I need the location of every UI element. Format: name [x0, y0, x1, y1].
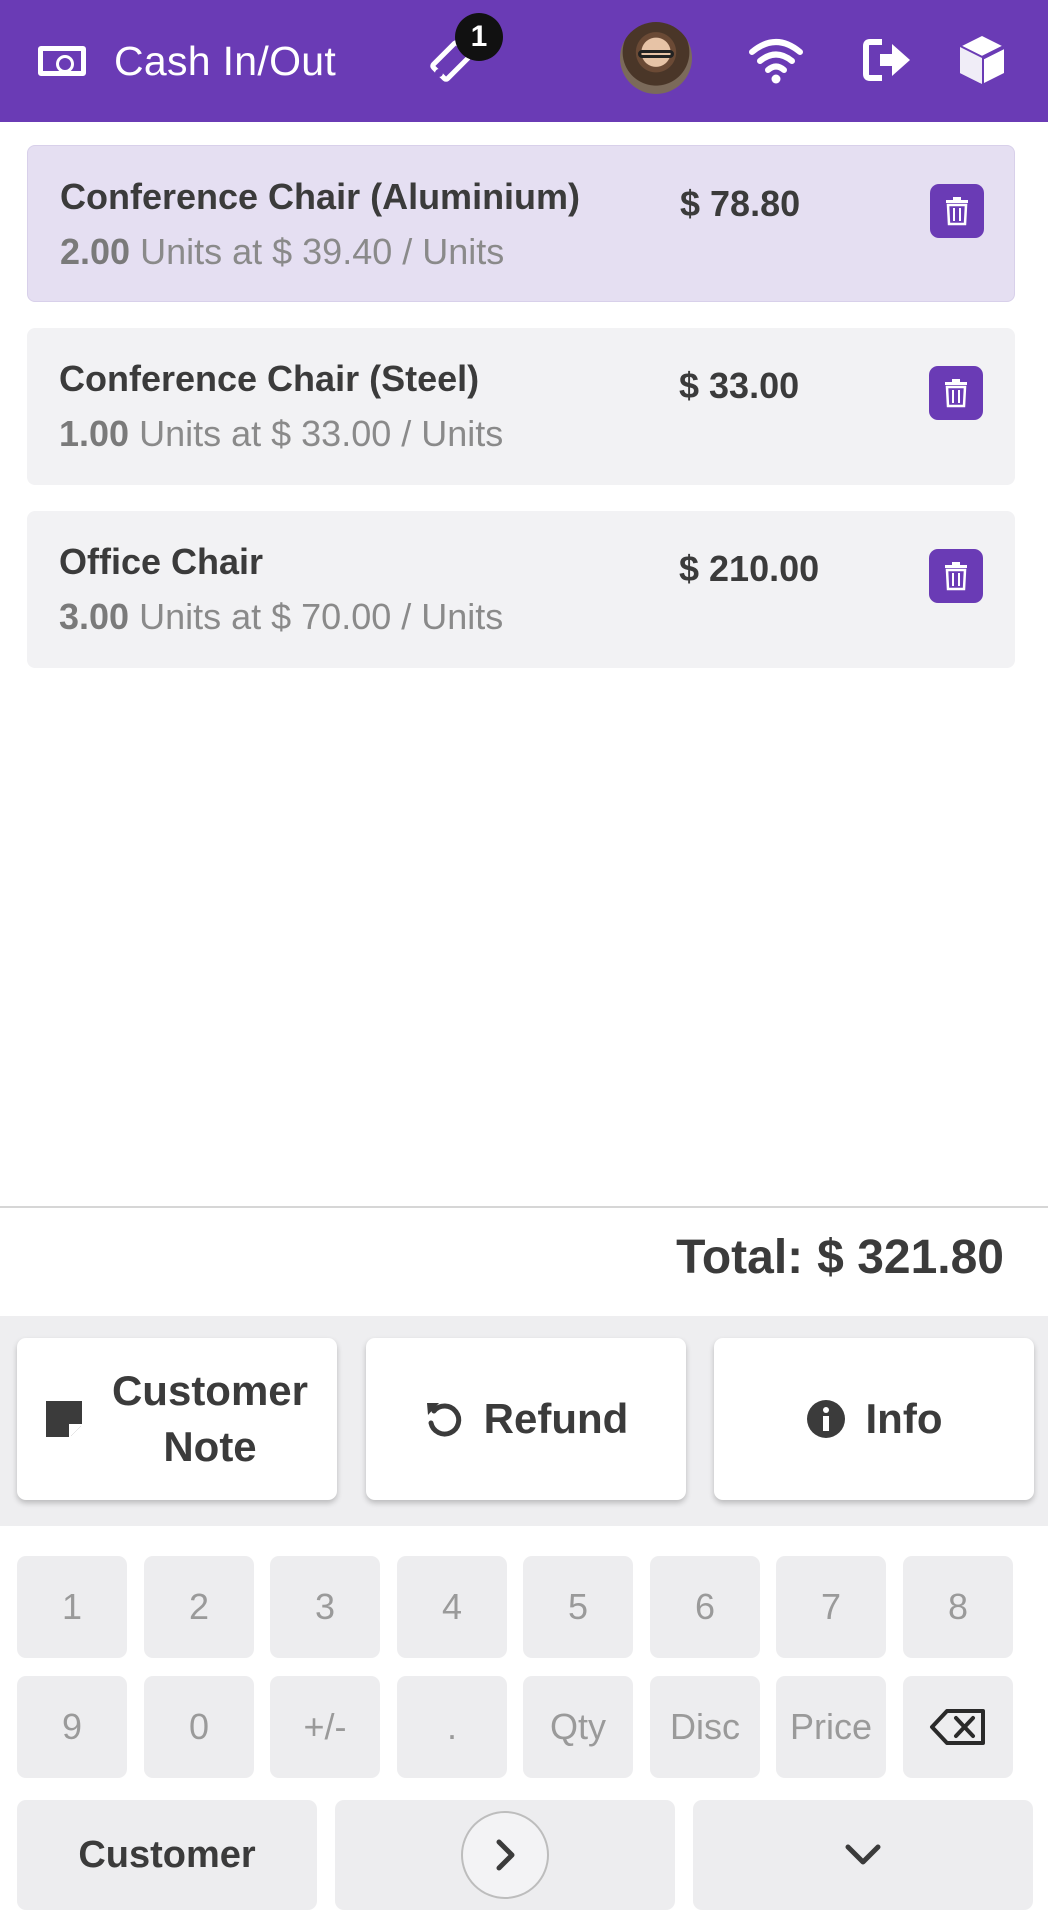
- order-line[interactable]: Conference Chair (Aluminium) 2.00 Units …: [27, 145, 1015, 302]
- line-unit-text: Units at $ 39.40 / Units: [140, 231, 505, 272]
- sign-out-icon[interactable]: [858, 30, 918, 90]
- trash-icon: [945, 379, 967, 408]
- backspace-key[interactable]: [903, 1676, 1013, 1778]
- delete-line-button[interactable]: [929, 366, 983, 420]
- numpad-key-plus-minus[interactable]: +/-: [270, 1676, 380, 1778]
- chevron-down-icon: [845, 1844, 881, 1865]
- sticky-note-icon: [46, 1401, 82, 1437]
- numpad-key-3[interactable]: 3: [270, 1556, 380, 1658]
- line-qty: 3.00: [59, 596, 130, 637]
- trash-icon: [945, 562, 967, 591]
- order-lines: Conference Chair (Aluminium) 2.00 Units …: [27, 145, 1015, 694]
- numpad-key-2[interactable]: 2: [144, 1556, 254, 1658]
- cash-in-out-label: Cash In/Out: [114, 37, 337, 84]
- money-icon: [38, 46, 86, 76]
- order-total: Total: $ 321.80: [676, 1230, 1004, 1285]
- numpad-key-5[interactable]: 5: [523, 1556, 633, 1658]
- delete-line-button[interactable]: [930, 184, 984, 238]
- order-line[interactable]: Conference Chair (Steel) 1.00 Units at $…: [27, 328, 1015, 485]
- line-unit-text: Units at $ 33.00 / Units: [139, 413, 504, 454]
- undo-icon: [426, 1403, 461, 1437]
- numpad-key-4[interactable]: 4: [397, 1556, 507, 1658]
- info-button[interactable]: Info: [714, 1338, 1034, 1500]
- numpad-mode-disc[interactable]: Disc: [650, 1676, 760, 1778]
- product-name: Office Chair: [59, 541, 264, 582]
- trash-icon: [946, 197, 968, 226]
- customer-note-button[interactable]: Customer Note: [17, 1338, 337, 1500]
- numpad-key-9[interactable]: 9: [17, 1676, 127, 1778]
- cube-icon[interactable]: [952, 30, 1012, 90]
- numpad: 1 2 3 4 5 6 7 8 9 0 +/- . Qty Disc Price…: [0, 1526, 1048, 1920]
- next-circle: [461, 1811, 549, 1899]
- payment-next-button[interactable]: [335, 1800, 675, 1910]
- cash-in-out-button[interactable]: Cash In/Out: [38, 34, 336, 88]
- avatar[interactable]: [620, 22, 692, 94]
- top-bar: Cash In/Out 1: [0, 0, 1048, 122]
- product-name: Conference Chair (Steel): [59, 358, 480, 399]
- delete-line-button[interactable]: [929, 549, 983, 603]
- total-divider: [0, 1206, 1048, 1208]
- customer-button[interactable]: Customer: [17, 1800, 317, 1910]
- line-details: 2.00 Units at $ 39.40 / Units: [60, 231, 504, 273]
- line-details: 3.00 Units at $ 70.00 / Units: [59, 596, 503, 638]
- backspace-icon: [930, 1709, 985, 1745]
- line-qty: 2.00: [60, 231, 131, 272]
- numpad-key-7[interactable]: 7: [776, 1556, 886, 1658]
- wifi-icon[interactable]: [746, 30, 806, 90]
- line-unit-text: Units at $ 70.00 / Units: [139, 596, 504, 637]
- line-price: $ 78.80: [680, 183, 801, 224]
- chevron-right-icon: [496, 1839, 515, 1871]
- ticket-count-badge: 1: [455, 13, 503, 61]
- line-price: $ 210.00: [679, 548, 820, 589]
- line-price: $ 33.00: [679, 365, 800, 406]
- control-buttons: Customer Note Refund Info: [0, 1316, 1048, 1526]
- info-icon: [806, 1400, 845, 1438]
- collapse-button[interactable]: [693, 1800, 1033, 1910]
- product-name: Conference Chair (Aluminium): [60, 176, 581, 217]
- total-label: Total:: [676, 1231, 804, 1284]
- total-value: $ 321.80: [817, 1231, 1004, 1284]
- numpad-key-8[interactable]: 8: [903, 1556, 1013, 1658]
- numpad-mode-price[interactable]: Price: [776, 1676, 886, 1778]
- numpad-key-1[interactable]: 1: [17, 1556, 127, 1658]
- numpad-key-0[interactable]: 0: [144, 1676, 254, 1778]
- refund-label: Refund: [483, 1395, 629, 1442]
- order-line[interactable]: Office Chair 3.00 Units at $ 70.00 / Uni…: [27, 511, 1015, 668]
- line-qty: 1.00: [59, 413, 130, 454]
- customer-note-label: Customer Note: [111, 1367, 309, 1470]
- numpad-key-6[interactable]: 6: [650, 1556, 760, 1658]
- line-details: 1.00 Units at $ 33.00 / Units: [59, 413, 503, 455]
- numpad-key-decimal[interactable]: .: [397, 1676, 507, 1778]
- info-label: Info: [865, 1395, 943, 1442]
- refund-button[interactable]: Refund: [366, 1338, 686, 1500]
- numpad-mode-qty[interactable]: Qty: [523, 1676, 633, 1778]
